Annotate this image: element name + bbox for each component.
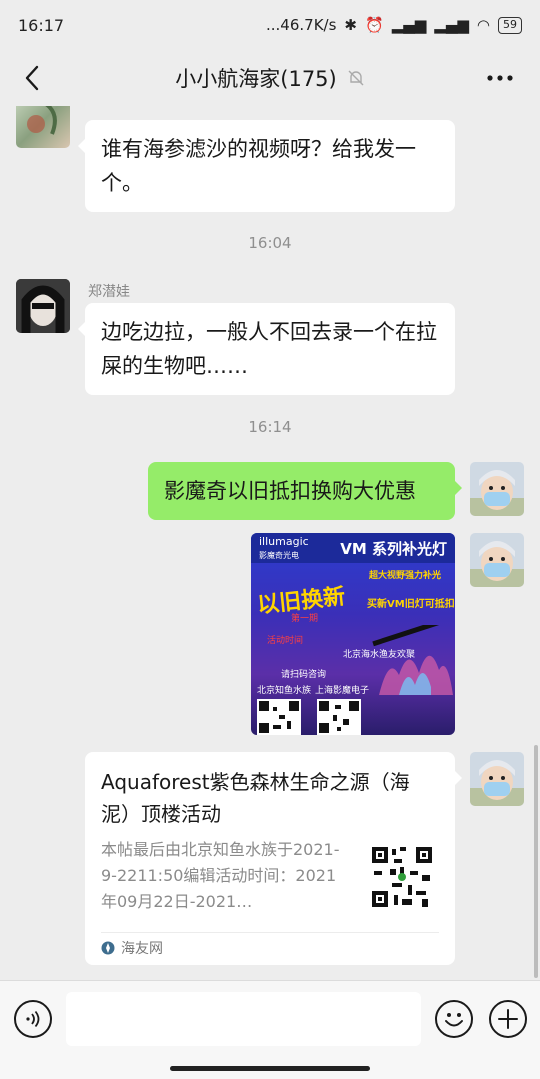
qr-pattern	[319, 701, 359, 733]
plus-button[interactable]	[489, 1000, 527, 1038]
more-button[interactable]	[482, 62, 518, 94]
voice-icon	[26, 1010, 40, 1028]
poster-title: VM 系列补光灯	[340, 539, 447, 558]
message-text: 谁有海参滤沙的视频呀？给我发一个。	[101, 137, 416, 195]
scrollbar[interactable]	[534, 745, 538, 978]
emoji-button[interactable]	[435, 1000, 473, 1038]
timestamp: 16:14	[248, 418, 292, 436]
poster-brand: illumagic 影魔奇光电	[259, 535, 309, 561]
avatar[interactable]	[16, 279, 70, 333]
avatar-image	[470, 462, 524, 516]
image-message[interactable]: illumagic 影魔奇光电 VM 系列补光灯 超大视野强力补光 以旧换新 第一…	[251, 533, 455, 735]
compass-icon	[101, 941, 115, 955]
link-card[interactable]: Aquaforest紫色森林生命之源（海泥）顶楼活动 本帖最后由北京知鱼水族于2…	[85, 752, 462, 965]
bluetooth-icon: ✱	[344, 16, 357, 34]
card-source: 海友网	[101, 938, 163, 958]
poster-shop-a: 北京知鱼水族	[257, 686, 312, 696]
avatar-image	[470, 752, 524, 806]
more-dots-icon	[487, 75, 513, 81]
brand-name: illumagic	[259, 535, 309, 548]
my-avatar[interactable]	[470, 462, 524, 516]
back-arrow-icon	[25, 65, 39, 91]
card-divider	[101, 932, 439, 933]
poster-tag: 超大视野强力补光	[369, 571, 442, 581]
message-text: 边吃边拉，一般人不回去录一个在拉屎的生物吧……	[101, 320, 437, 378]
poster-offer: 买新VM旧灯可抵扣	[367, 599, 455, 610]
chat-title: 小小航海家(175)	[175, 63, 364, 93]
input-bar	[0, 980, 540, 1079]
my-avatar[interactable]	[470, 533, 524, 587]
message-input[interactable]	[66, 992, 421, 1046]
chat-header: 小小航海家(175)	[0, 50, 540, 106]
message-list[interactable]: 谁有海参滤沙的视频呀？给我发一个。 16:04 郑潜娃 边吃边拉，一般人不回去录…	[0, 106, 540, 980]
status-bar: 16:17 ...46.7K/s ✱ ⏰ ▂▄▆ ▂▄▆ ◠ 59	[0, 0, 540, 50]
poster-activity: 活动时间	[267, 636, 304, 646]
plus-icon	[498, 1009, 518, 1029]
brand-sub: 影魔奇光电	[259, 551, 299, 560]
bell-off-icon	[348, 70, 364, 86]
signal-icon: ▂▄▆	[434, 16, 469, 34]
back-button[interactable]	[14, 60, 50, 96]
qr-pattern	[370, 845, 434, 909]
avatar-image	[16, 279, 70, 333]
message-text: 影魔奇以旧抵扣换购大优惠	[164, 479, 416, 503]
poster-contact: 请扫码咨询	[281, 670, 327, 680]
group-name: 小小航海家(175)	[175, 67, 337, 91]
card-thumbnail	[370, 845, 434, 909]
voice-button[interactable]	[14, 1000, 52, 1038]
poster-round: 第一期	[291, 614, 319, 624]
message-bubble[interactable]: 影魔奇以旧抵扣换购大优惠	[148, 462, 462, 520]
alarm-icon: ⏰	[365, 16, 384, 34]
source-name: 海友网	[121, 941, 163, 957]
network-speed: ...46.7K/s	[266, 16, 337, 34]
qr-code	[317, 699, 361, 735]
timestamp: 16:04	[248, 234, 292, 252]
qr-code	[257, 699, 301, 735]
home-indicator	[170, 1066, 370, 1071]
emoji-icon	[445, 1013, 463, 1027]
avatar[interactable]	[16, 106, 70, 148]
battery-icon: 59	[498, 16, 522, 34]
status-icons: ...46.7K/s ✱ ⏰ ▂▄▆ ▂▄▆ ◠ 59	[266, 16, 522, 34]
card-title: Aquaforest紫色森林生命之源（海泥）顶楼活动	[101, 770, 410, 826]
qr-pattern	[259, 701, 299, 733]
my-avatar[interactable]	[470, 752, 524, 806]
coral-illustration	[372, 625, 453, 695]
sender-name: 郑潜娃	[88, 284, 130, 300]
status-time: 16:17	[18, 15, 65, 35]
avatar-image	[470, 533, 524, 587]
poster-header: illumagic 影魔奇光电 VM 系列补光灯	[251, 533, 455, 563]
poster-shop-b: 上海影魔电子	[315, 686, 370, 696]
signal-icon: ▂▄▆	[391, 16, 427, 34]
message-bubble[interactable]: 边吃边拉，一般人不回去录一个在拉屎的生物吧……	[78, 303, 455, 395]
card-description: 本帖最后由北京知鱼水族于2021-9-2211:50编辑活动时间：2021年09…	[101, 840, 340, 911]
message-bubble[interactable]: 谁有海参滤沙的视频呀？给我发一个。	[78, 120, 455, 212]
avatar-image	[27, 106, 57, 135]
wifi-icon: ◠	[476, 16, 490, 34]
